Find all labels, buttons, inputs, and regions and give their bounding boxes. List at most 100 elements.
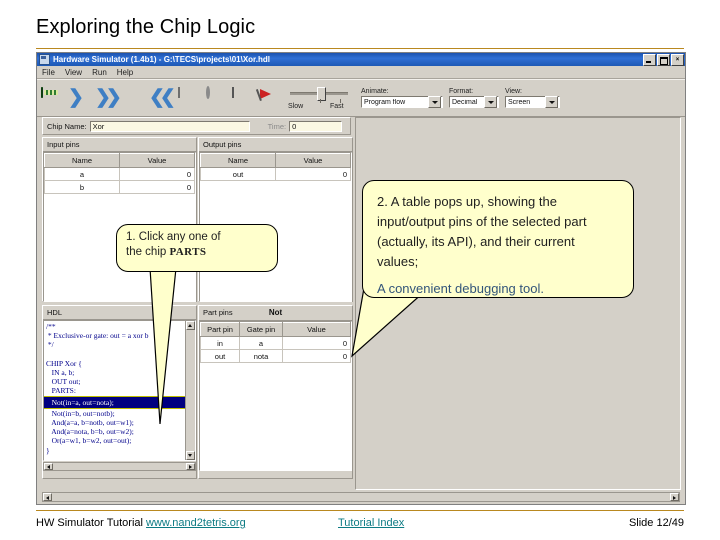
table-header-row: Part pin Gate pin Value (200, 322, 351, 337)
hdl-code-before: /** * Exclusive-or gate: out = a xor b *… (46, 322, 149, 396)
hdl-vertical-scrollbar[interactable] (185, 321, 195, 460)
view-select[interactable]: Screen (505, 96, 560, 108)
col-name: Name (44, 153, 120, 168)
chip-diagram-area[interactable] (355, 117, 681, 490)
callout-two-body: 2. A table pops up, showing the input/ou… (377, 194, 587, 269)
animate-select-group: Animate: Program flow (361, 88, 443, 108)
part-pins-panel: Part pins Not Part pin Gate pin Value in… (198, 305, 353, 479)
animate-label: Animate: (361, 88, 389, 95)
view-select-group: View: Screen (505, 88, 560, 108)
chip-name-label: Chip Name: (47, 121, 87, 131)
chip-name-input[interactable]: Xor (89, 120, 250, 132)
callout-one-line1: 1. Click any one of (126, 231, 221, 243)
time-label: Time: (267, 121, 287, 131)
speed-slider-knob[interactable] (317, 87, 326, 101)
time-input: 0 (289, 120, 343, 132)
scroll-right-icon[interactable] (670, 493, 679, 501)
hdl-editor[interactable]: /** * Exclusive-or gate: out = a xor b *… (43, 320, 196, 461)
table-row[interactable]: out 0 (200, 167, 351, 181)
format-select[interactable]: Decimal (449, 96, 499, 108)
speed-fast-label: Fast (330, 103, 344, 110)
window-horizontal-scrollbar[interactable] (42, 492, 680, 502)
toolbar: ❯ ❯❯ ❮❮ Slow Fast Animate: Program flow (37, 79, 685, 117)
view-label: View: (505, 88, 522, 95)
scroll-left-icon[interactable] (43, 493, 52, 501)
menu-item-file[interactable]: File (42, 68, 55, 77)
format-label: Format: (449, 88, 474, 95)
chevron-down-icon[interactable] (545, 96, 558, 108)
footer-left-text: HW Simulator Tutorial (36, 517, 147, 529)
callout-one-line2: the chip PARTS (126, 245, 268, 260)
scroll-left-icon[interactable] (44, 463, 53, 470)
cell-value: 0 (282, 349, 351, 363)
part-pins-header: Part pins Not (199, 306, 352, 321)
chevron-down-icon[interactable] (428, 96, 441, 108)
main-content: Chip Name: Xor Time: 0 Input pins Name V… (39, 117, 683, 502)
title-divider (36, 48, 684, 49)
animate-select[interactable]: Program flow (361, 96, 443, 108)
cell-pin-value[interactable]: 0 (119, 167, 195, 181)
single-step-icon[interactable]: ❯ (68, 88, 88, 108)
hdl-code-after: Not(in=b, out=notb); And(a=a, b=notb, ou… (46, 408, 134, 455)
table-row[interactable]: out nota 0 (200, 349, 351, 363)
footer-left: HW Simulator Tutorial www.nand2tetris.or… (36, 517, 246, 529)
input-pins-title: Input pins (43, 138, 196, 152)
slide-footer: HW Simulator Tutorial www.nand2tetris.or… (36, 515, 684, 535)
app-icon (39, 54, 50, 65)
callout-two-note: A convenient debugging tool. (377, 281, 544, 296)
slide-number: Slide 12/49 (628, 517, 684, 529)
window-titlebar: Hardware Simulator (1.4b1) - G:\TECS\pro… (37, 53, 685, 66)
nand2tetris-link[interactable]: www.nand2tetris.org (146, 517, 246, 529)
callout-one-parts: PARTS (169, 246, 207, 258)
table-header-row: Name Value (200, 153, 351, 168)
input-pins-panel: Input pins Name Value a 0 b 0 (42, 137, 197, 302)
callout-step-two: 2. A table pops up, showing the input/ou… (362, 180, 634, 298)
maximize-icon[interactable] (657, 53, 670, 66)
col-value: Value (275, 153, 351, 168)
table-row[interactable]: b 0 (44, 180, 195, 194)
table-row[interactable]: in a 0 (200, 336, 351, 350)
minimize-icon[interactable] (643, 53, 656, 66)
view-value: Screen (508, 98, 531, 106)
col-part-pin: Part pin (200, 322, 240, 337)
breakpoints-icon[interactable] (257, 88, 277, 108)
tutorial-index-link[interactable]: Tutorial Index (338, 517, 404, 529)
cell-value: 0 (282, 336, 351, 350)
menu-item-help[interactable]: Help (117, 68, 133, 77)
scroll-up-icon[interactable] (186, 321, 195, 330)
scroll-right-icon[interactable] (186, 463, 195, 470)
menu-bar: File View Run Help (37, 66, 685, 79)
footer-divider (36, 510, 684, 511)
cell-gate-pin: nota (239, 349, 283, 363)
load-chip-icon[interactable] (41, 87, 61, 108)
window-controls: × (643, 53, 684, 66)
menu-item-view[interactable]: View (65, 68, 82, 77)
cell-gate-pin: a (239, 336, 283, 350)
hdl-panel: HDL /** * Exclusive-or gate: out = a xor… (42, 305, 197, 479)
load-script-icon[interactable] (176, 87, 196, 108)
script-icon[interactable] (230, 87, 250, 108)
part-name: Not (268, 308, 283, 317)
output-pins-title: Output pins (199, 138, 352, 152)
hdl-horizontal-scrollbar[interactable] (43, 462, 196, 471)
scroll-down-icon[interactable] (186, 451, 195, 460)
output-pins-panel: Output pins Name Value out 0 (198, 137, 353, 302)
chevron-down-icon[interactable] (484, 96, 497, 108)
part-pins-table[interactable]: Part pin Gate pin Value in a 0 out nota … (199, 321, 352, 471)
speed-slider[interactable]: Slow Fast (288, 84, 350, 112)
table-header-row: Name Value (44, 153, 195, 168)
menu-item-run[interactable]: Run (92, 68, 107, 77)
run-icon[interactable]: ❯❯ (95, 88, 122, 108)
stop-icon[interactable] (122, 88, 142, 108)
close-icon[interactable]: × (671, 53, 684, 66)
hdl-selected-line[interactable]: Not(in=a, out=nota); (44, 395, 195, 409)
clock-icon[interactable] (203, 86, 223, 108)
hdl-title: HDL (43, 306, 196, 320)
cell-pin-value[interactable]: 0 (119, 180, 195, 194)
col-value: Value (282, 322, 351, 337)
cell-pin-value: 0 (275, 167, 351, 181)
chip-name-row: Chip Name: Xor Time: 0 (42, 117, 351, 135)
table-row[interactable]: a 0 (44, 167, 195, 181)
rewind-icon[interactable]: ❮❮ (149, 88, 176, 108)
format-select-group: Format: Decimal (449, 88, 499, 108)
